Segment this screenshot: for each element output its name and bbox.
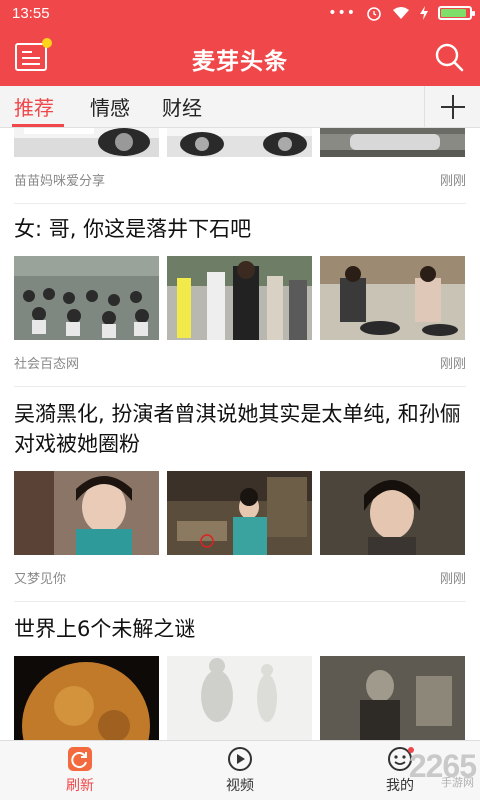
add-channel-button[interactable] [424, 86, 480, 128]
nav-refresh-label: 刷新 [66, 778, 94, 794]
news-thumbnail [14, 471, 159, 555]
news-source: 苗苗妈咪爱分享 [14, 174, 106, 189]
news-thumbnails [14, 656, 466, 740]
news-meta: 又梦见你 刚刚 [14, 565, 466, 587]
video-icon [228, 747, 252, 771]
news-time: 刚刚 [439, 357, 466, 372]
watermark-caption: 手游网 [441, 776, 474, 789]
news-item[interactable]: 吴漪黑化, 扮演者曾淇说她其实是太单纯, 和孙俪对戏被她圈粉 又梦见你 刚刚 [14, 399, 466, 602]
battery-icon [438, 6, 475, 20]
nav-video[interactable]: 视频 [200, 741, 280, 801]
tab-emotion[interactable]: 情感 [90, 92, 130, 121]
divider [14, 203, 466, 204]
nav-video-label: 视频 [226, 778, 254, 794]
news-feed: 苗苗妈咪爱分享 刚刚 女: 哥, 你这是落井下石吧 社会百态网 刚刚 吴漪黑化,… [0, 128, 480, 740]
news-thumbnail [14, 256, 159, 340]
news-thumbnail [167, 656, 312, 740]
news-thumbnail [14, 656, 159, 740]
charging-icon [420, 6, 428, 20]
news-meta: 社会百态网 刚刚 [14, 350, 466, 372]
tab-finance[interactable]: 财经 [162, 92, 202, 121]
news-title: 女: 哥, 你这是落井下石吧 [14, 217, 252, 241]
news-thumbnail [320, 656, 465, 740]
app-header: 麦芽头条 [0, 28, 480, 86]
news-title: 世界上6个未解之谜 [14, 617, 196, 641]
news-thumbnail [167, 471, 312, 555]
news-title: 吴漪黑化, 扮演者曾淇说她其实是太单纯, 和孙俪对戏被她圈粉 [14, 402, 461, 456]
news-thumbnails [14, 128, 466, 157]
battery-fill [441, 9, 467, 17]
divider [14, 386, 466, 387]
status-bar: 13:55 ••• [0, 0, 480, 28]
alarm-icon [367, 7, 381, 21]
news-meta: 苗苗妈咪爱分享 刚刚 [14, 167, 466, 189]
news-thumbnail [320, 256, 465, 340]
news-time: 刚刚 [439, 572, 466, 587]
news-thumbnails [14, 471, 466, 555]
category-tabs: 推荐 情感 财经 [0, 86, 480, 128]
news-source: 社会百态网 [14, 357, 80, 372]
divider [14, 601, 466, 602]
news-item[interactable]: 苗苗妈咪爱分享 刚刚 [14, 128, 466, 204]
news-item[interactable]: 女: 哥, 你这是落井下石吧 社会百态网 刚刚 [14, 214, 466, 387]
wifi-icon [393, 7, 409, 19]
news-thumbnail [320, 128, 465, 157]
news-thumbnail [14, 128, 159, 157]
news-source: 又梦见你 [14, 572, 67, 587]
news-time: 刚刚 [439, 174, 466, 189]
search-icon[interactable] [434, 42, 464, 72]
tab-recommend[interactable]: 推荐 [14, 92, 54, 121]
news-thumbnail [320, 471, 465, 555]
nav-refresh[interactable]: 刷新 [40, 741, 120, 801]
app-title: 麦芽头条 [192, 49, 288, 75]
news-thumbnail [167, 128, 312, 157]
status-time: 13:55 [12, 5, 50, 22]
status-icons: ••• [328, 5, 475, 21]
refresh-icon [68, 747, 92, 771]
news-item[interactable]: 世界上6个未解之谜 [14, 614, 466, 740]
news-thumbnails [14, 256, 466, 340]
news-thumbnail [167, 256, 312, 340]
active-tab-indicator [12, 124, 64, 127]
more-dots-icon: ••• [328, 5, 356, 21]
